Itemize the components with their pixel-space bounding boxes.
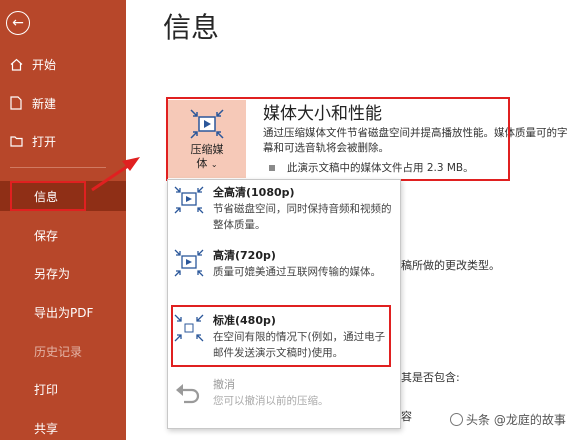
option-title: 全高清(1080p): [213, 186, 295, 199]
option-hd[interactable]: 高清(720p) 质量可媲美通过互联网传输的媒体。: [168, 243, 400, 303]
changes-text: 稿所做的更改类型。: [401, 259, 500, 272]
option-title: 撤消: [213, 378, 235, 391]
option-full-hd[interactable]: 全高清(1080p) 节省磁盘空间，同时保持音频和视频的整体质量。: [168, 180, 400, 240]
watermark-logo-icon: [450, 413, 463, 426]
option-desc: 您可以撤消以前的压缩。: [213, 395, 329, 407]
standard-option-highlight-box: [171, 305, 391, 367]
option-undo[interactable]: 撤消 您可以撤消以前的压缩。: [168, 372, 400, 424]
undo-icon: [174, 378, 204, 410]
content-text: 容: [401, 410, 412, 423]
watermark: 头条 @龙庭的故事: [450, 411, 566, 428]
compress-options-dropdown: 全高清(1080p) 节省磁盘空间，同时保持音频和视频的整体质量。 高清(720…: [167, 179, 401, 429]
option-desc: 节省磁盘空间，同时保持音频和视频的整体质量。: [213, 203, 392, 231]
option-desc: 质量可媲美通过互联网传输的媒体。: [213, 266, 381, 278]
option-title: 高清(720p): [213, 249, 276, 262]
include-text: 其是否包含:: [401, 371, 460, 384]
compress-hd-icon: [174, 249, 204, 281]
media-section-highlight-box: [166, 97, 510, 181]
page-title: 信息: [163, 11, 220, 44]
compress-full-hd-icon: [174, 186, 204, 218]
